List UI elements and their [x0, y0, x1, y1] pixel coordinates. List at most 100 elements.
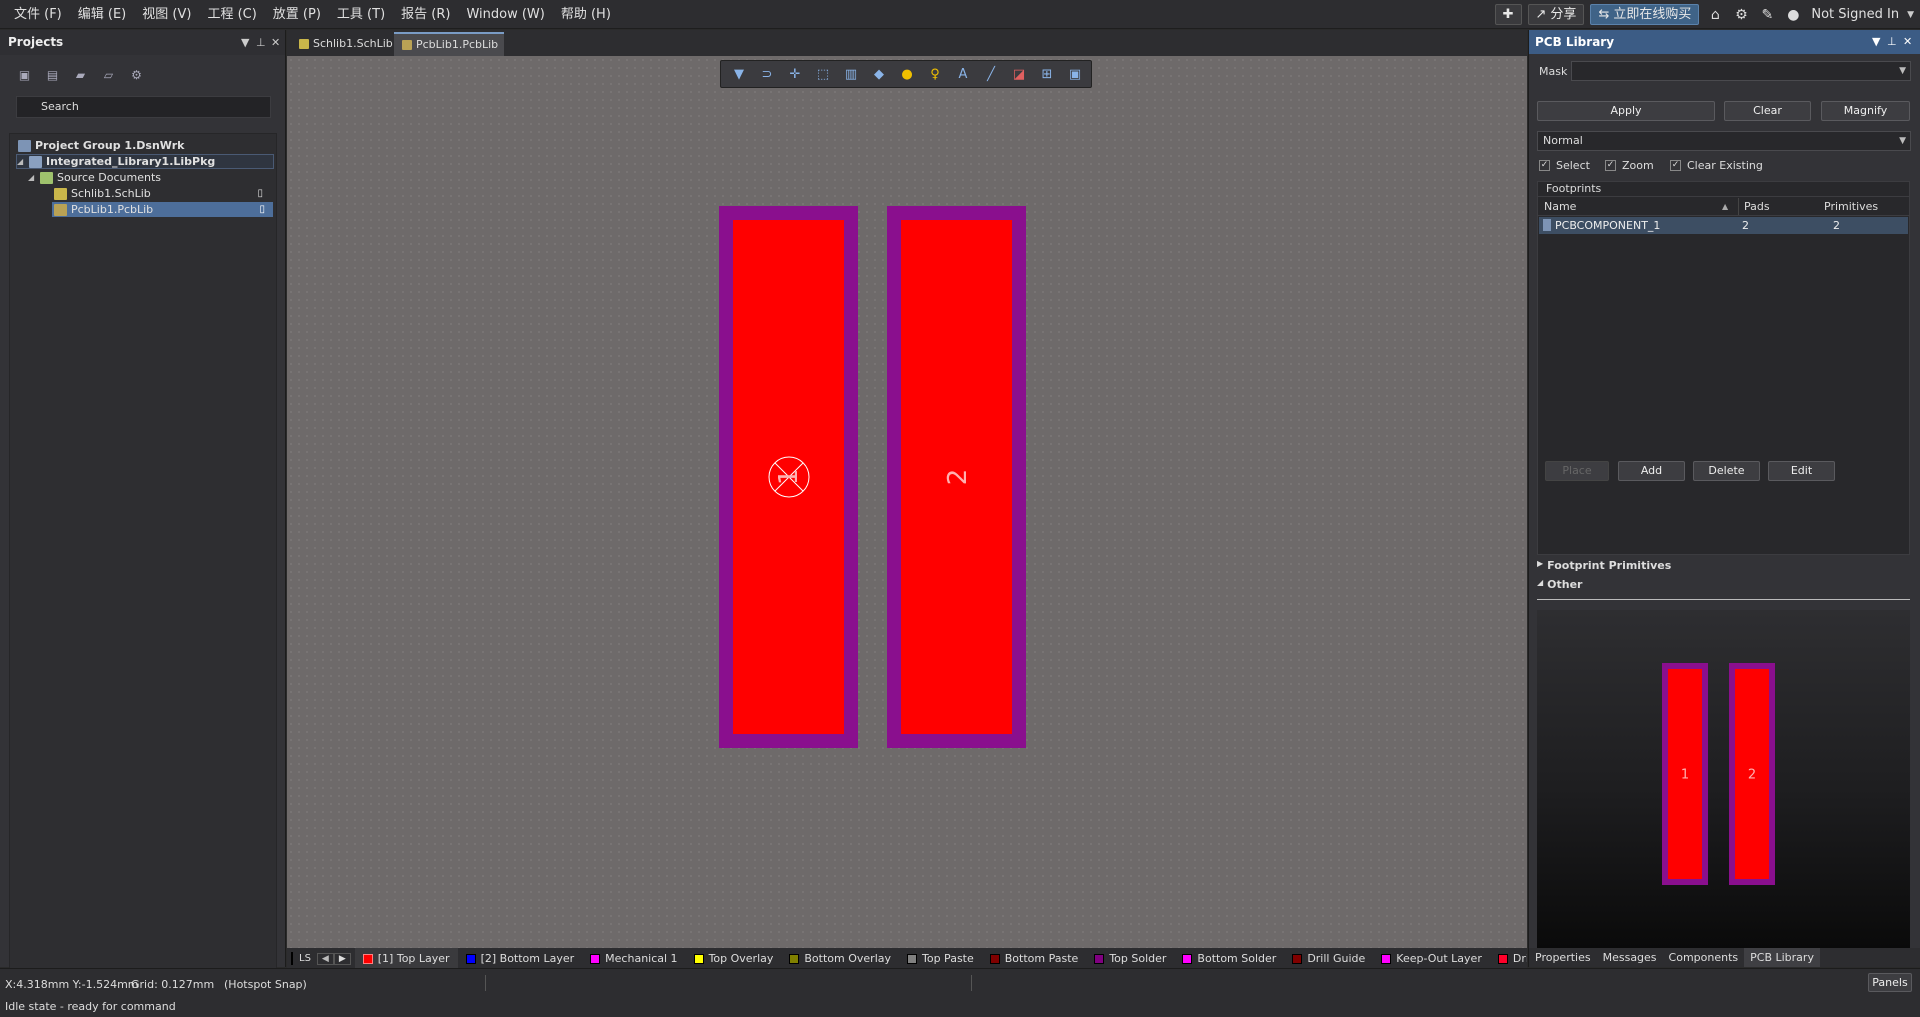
filter-icon[interactable]: ▼ [728, 63, 750, 85]
other-section[interactable]: ◢ Other [1537, 578, 1582, 591]
search-input[interactable]: Search [16, 96, 271, 118]
tab-components[interactable]: Components [1663, 948, 1745, 967]
clear-existing-checkbox[interactable]: ✓ Clear Existing [1670, 159, 1763, 172]
menu-window[interactable]: Window (W) [458, 0, 552, 29]
pcb-library-icon [402, 40, 412, 50]
select-checkbox[interactable]: ✓ Select [1539, 159, 1590, 172]
pin-icon[interactable]: ⊥ [256, 30, 266, 55]
select-rectangle-icon[interactable]: ⬚ [812, 63, 834, 85]
place-button[interactable]: Place [1545, 461, 1609, 481]
layer-set-label[interactable]: LS [293, 953, 317, 964]
menu-place[interactable]: 放置 (P) [265, 0, 329, 29]
panel-menu-icon[interactable]: ▼ [1872, 30, 1880, 54]
scroll-left-icon[interactable]: ◀ [316, 952, 334, 965]
column-header-name[interactable]: Name [1544, 198, 1576, 215]
close-folder-icon[interactable]: ▱ [100, 67, 117, 84]
menubar: 文件 (F) 编辑 (E) 视图 (V) 工程 (C) 放置 (P) 工具 (T… [0, 0, 1920, 29]
save-all-icon[interactable]: ▤ [44, 67, 61, 84]
tab-schlib[interactable]: Schlib1.SchLib [291, 32, 399, 56]
tree-item-source-documents[interactable]: ◢ Source Documents [28, 170, 161, 185]
tree-item-project[interactable]: ◢ Integrated_Library1.LibPkg [16, 154, 274, 169]
place-pad-icon[interactable]: ◆ [868, 63, 890, 85]
region-icon[interactable]: ▣ [1064, 63, 1086, 85]
save-icon[interactable]: ▣ [16, 67, 33, 84]
delete-button[interactable]: Delete [1693, 461, 1760, 481]
pad-2[interactable]: 2 [887, 206, 1026, 748]
layer-tab-drill-guide[interactable]: Drill Guide [1284, 948, 1373, 969]
place-component-icon[interactable]: ♀ [924, 63, 946, 85]
tree-item-project-group[interactable]: Project Group 1.DsnWrk [18, 138, 184, 153]
feedback-button[interactable]: ✚ [1494, 4, 1522, 25]
layer-tab-bottom-paste[interactable]: Bottom Paste [982, 948, 1087, 969]
menu-file[interactable]: 文件 (F) [6, 0, 70, 29]
layer-tab-keep-out[interactable]: Keep-Out Layer [1373, 948, 1490, 969]
tab-properties[interactable]: Properties [1529, 948, 1597, 967]
open-folder-icon[interactable]: ▰ [72, 67, 89, 84]
layer-swatch [590, 953, 601, 964]
share-button[interactable]: ↗ 分享 [1527, 4, 1585, 25]
layer-tab-top-paste[interactable]: Top Paste [899, 948, 982, 969]
buy-online-button[interactable]: ⇆ 立即在线购买 [1590, 4, 1700, 25]
panels-button[interactable]: Panels [1868, 973, 1912, 992]
pcb-editor-canvas[interactable]: 1 2 [287, 56, 1527, 948]
user-icon[interactable]: ● [1783, 4, 1803, 25]
scroll-right-icon[interactable]: ▶ [333, 952, 351, 965]
menu-view[interactable]: 视图 (V) [134, 0, 199, 29]
menu-reports[interactable]: 报告 (R) [393, 0, 458, 29]
settings-icon[interactable]: ⚙ [128, 67, 145, 84]
snap-mode: (Hotspot Snap) [224, 978, 307, 991]
tree-item-schlib[interactable]: Schlib1.SchLib ▯ [54, 186, 269, 201]
place-line-icon[interactable]: ╱ [980, 63, 1002, 85]
pin-icon[interactable]: ⊥ [1887, 30, 1897, 54]
table-row[interactable]: PCBCOMPONENT_1 2 2 [1539, 217, 1908, 234]
close-icon[interactable]: ✕ [1903, 30, 1912, 54]
home-icon[interactable]: ⌂ [1705, 4, 1725, 25]
tree-label: Schlib1.SchLib [71, 187, 151, 200]
filter-mode-select[interactable]: Normal ▼ [1537, 131, 1911, 151]
snap-icon[interactable]: ⊃ [756, 63, 778, 85]
layer-tab-top-layer[interactable]: [1] Top Layer [354, 948, 458, 969]
check-icon: ✓ [1670, 160, 1681, 171]
layer-tab-mechanical-1[interactable]: Mechanical 1 [582, 948, 685, 969]
move-icon[interactable]: ✛ [784, 63, 806, 85]
menu-edit[interactable]: 编辑 (E) [70, 0, 135, 29]
menu-help[interactable]: 帮助 (H) [553, 0, 619, 29]
layer-tab-drill-drawing[interactable]: Drill Drawin [1490, 948, 1527, 969]
tree-item-pcblib[interactable]: PcbLib1.PcbLib ▯ [52, 202, 273, 217]
menu-tools[interactable]: 工具 (T) [329, 0, 393, 29]
clear-button[interactable]: Clear [1724, 101, 1811, 121]
footprint-primitives-section[interactable]: ▶ Footprint Primitives [1537, 559, 1671, 572]
menu-list: 文件 (F) 编辑 (E) 视图 (V) 工程 (C) 放置 (P) 工具 (T… [6, 0, 619, 29]
user-menu[interactable]: Not Signed In [1809, 0, 1901, 29]
pad-1[interactable]: 1 [719, 206, 858, 748]
dimension-icon[interactable]: ⊞ [1036, 63, 1058, 85]
mask-input[interactable]: ▼ [1571, 61, 1911, 81]
layer-tab-top-solder[interactable]: Top Solder [1086, 948, 1174, 969]
layer-tab-bottom-solder[interactable]: Bottom Solder [1174, 948, 1284, 969]
edit-button[interactable]: Edit [1768, 461, 1835, 481]
place-arc-icon[interactable]: ◪ [1008, 63, 1030, 85]
layer-tab-bottom-overlay[interactable]: Bottom Overlay [781, 948, 899, 969]
apply-button[interactable]: Apply [1537, 101, 1715, 121]
panel-menu-icon[interactable]: ▼ [241, 30, 249, 55]
tab-messages[interactable]: Messages [1597, 948, 1663, 967]
close-icon[interactable]: ✕ [271, 30, 280, 55]
column-header-primitives[interactable]: Primitives [1824, 198, 1878, 215]
magnify-button[interactable]: Magnify [1821, 101, 1910, 121]
layer-label: Top Solder [1109, 952, 1167, 965]
zoom-checkbox[interactable]: ✓ Zoom [1605, 159, 1654, 172]
layer-tab-top-overlay[interactable]: Top Overlay [686, 948, 782, 969]
footprint-name-cell: PCBCOMPONENT_1 [1555, 219, 1661, 232]
menu-project[interactable]: 工程 (C) [199, 0, 264, 29]
gear-icon[interactable]: ⚙ [1731, 4, 1751, 25]
add-button[interactable]: Add [1618, 461, 1685, 481]
tab-pcblib[interactable]: PcbLib1.PcbLib [394, 32, 505, 56]
zoom-label: Zoom [1622, 159, 1654, 172]
place-text-icon[interactable]: A [952, 63, 974, 85]
place-via-icon[interactable]: ● [896, 63, 918, 85]
layer-tab-bottom-layer[interactable]: [2] Bottom Layer [458, 948, 583, 969]
column-header-pads[interactable]: Pads [1736, 198, 1770, 215]
align-icon[interactable]: ▥ [840, 63, 862, 85]
tab-pcb-library[interactable]: PCB Library [1744, 948, 1820, 967]
notifications-icon[interactable]: ✎ [1757, 4, 1777, 25]
